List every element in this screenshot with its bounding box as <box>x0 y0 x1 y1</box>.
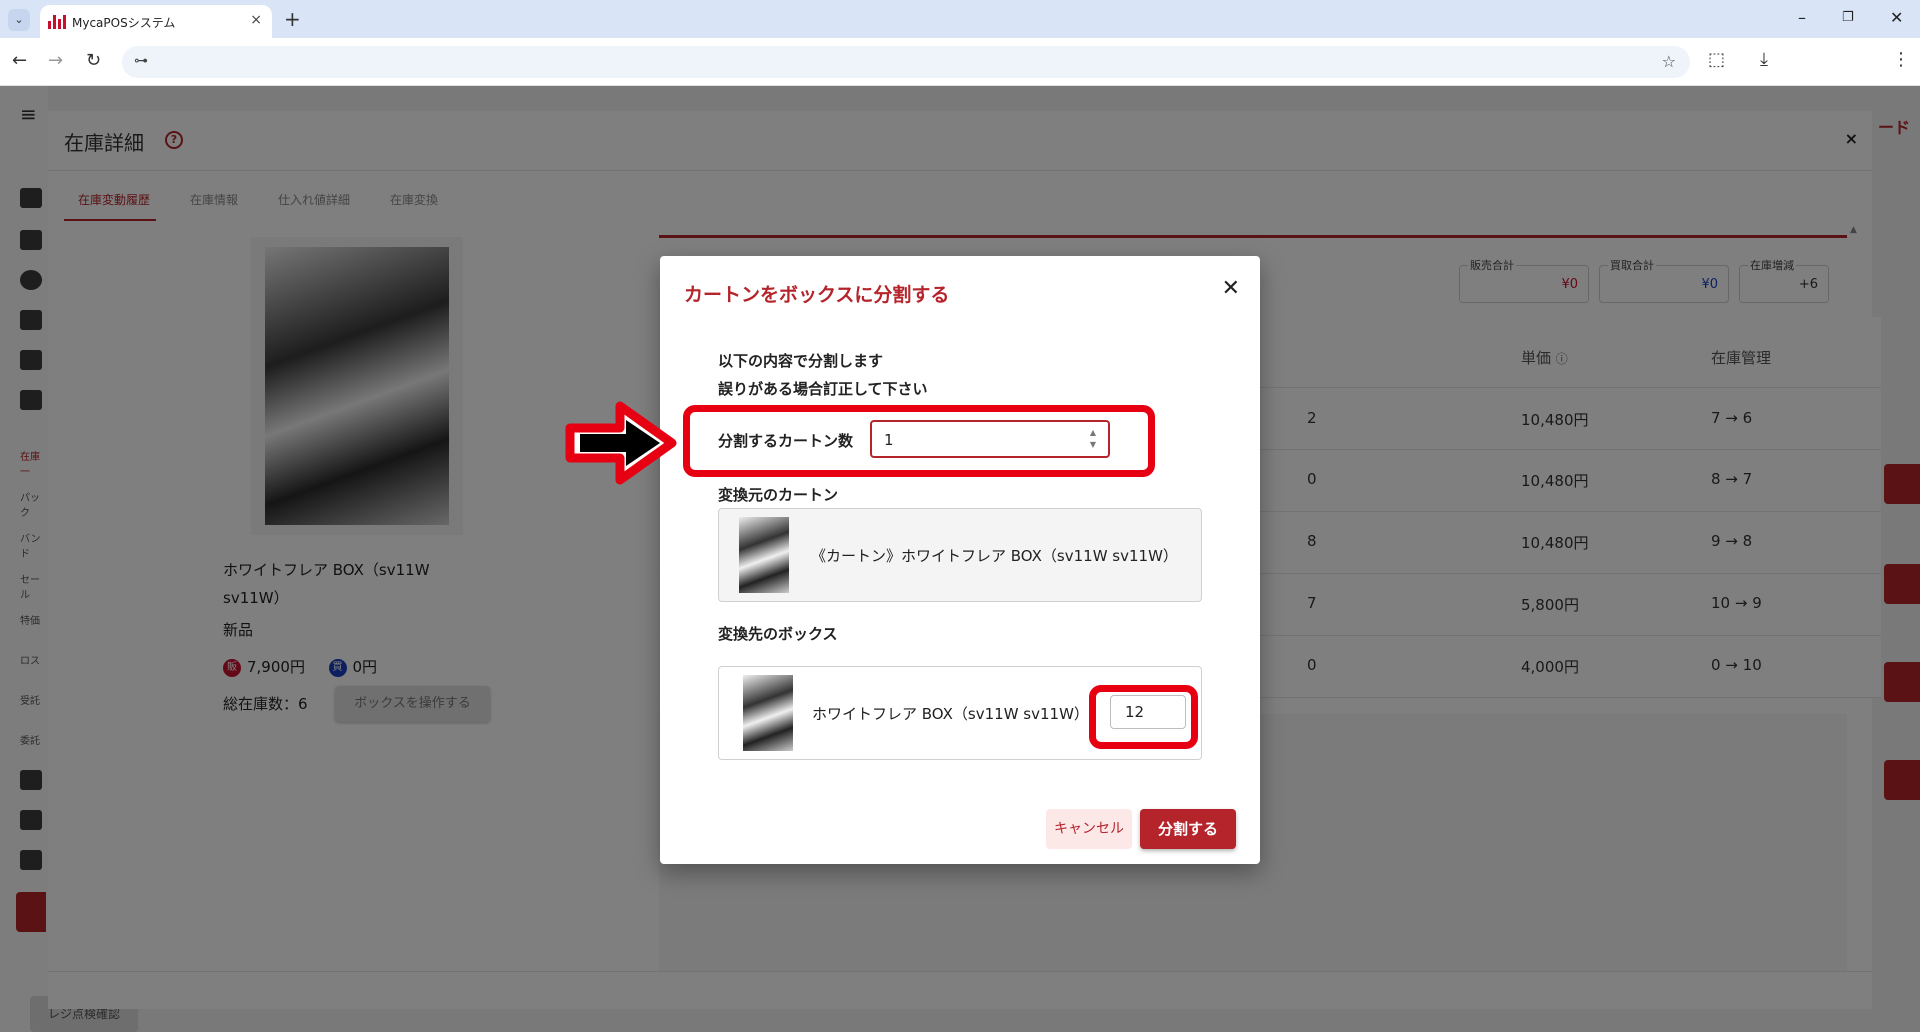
source-carton-card: 《カートン》ホワイトフレア BOX（sv11W sv11W） <box>718 508 1202 602</box>
tab-close-icon[interactable]: × <box>250 12 262 28</box>
address-bar[interactable]: ⊶ ☆ <box>122 46 1690 78</box>
forward-icon[interactable]: → <box>48 50 63 71</box>
window-close-button[interactable]: ✕ <box>1890 8 1903 27</box>
split-button[interactable]: 分割する <box>1140 809 1236 849</box>
source-carton-name: 《カートン》ホワイトフレア BOX（sv11W sv11W） <box>811 547 1178 565</box>
myca-favicon-icon <box>48 15 66 29</box>
carton-count-highlight <box>683 405 1155 477</box>
tab-search-button[interactable]: ⌄ <box>8 9 30 31</box>
instruction-line: 誤りがある場合訂正して下さい <box>718 380 928 398</box>
tab-title: MycaPOSシステム <box>72 16 176 30</box>
site-info-icon[interactable]: ⊶ <box>134 53 148 69</box>
dialog-title: カートンをボックスに分割する <box>684 284 950 306</box>
window-minimize-button[interactable]: – <box>1798 8 1806 27</box>
cancel-button[interactable]: キャンセル <box>1046 809 1132 849</box>
reload-icon[interactable]: ↻ <box>86 50 101 71</box>
split-carton-dialog: カートンをボックスに分割する ✕ 以下の内容で分割します 誤りがある場合訂正して… <box>660 256 1260 864</box>
pointer-arrow-icon <box>565 401 677 485</box>
new-tab-button[interactable]: + <box>284 7 301 31</box>
download-icon[interactable]: ⤓ <box>1760 49 1768 70</box>
target-box-name: ホワイトフレア BOX（sv11W sv11W） <box>812 705 1089 723</box>
box-thumbnail <box>743 675 793 751</box>
box-quantity-highlight <box>1089 685 1198 749</box>
close-icon[interactable]: ✕ <box>1222 276 1240 301</box>
target-box-label: 変換先のボックス <box>718 625 838 643</box>
back-icon[interactable]: ← <box>12 50 27 71</box>
window-restore-button[interactable]: ❐ <box>1842 10 1854 25</box>
dialog-instructions: 以下の内容で分割します 誤りがある場合訂正して下さい <box>718 347 928 403</box>
extensions-icon[interactable]: ⬚ <box>1708 49 1725 70</box>
browser-tabstrip: ⌄ MycaPOSシステム × + – ❐ ✕ <box>0 0 1920 38</box>
instruction-line: 以下の内容で分割します <box>718 352 884 370</box>
browser-toolbar: ← → ↻ ⊶ ☆ ⬚ ⤓ ⋮ <box>0 38 1920 86</box>
browser-tab[interactable]: MycaPOSシステム × <box>40 5 272 38</box>
bookmark-star-icon[interactable]: ☆ <box>1662 52 1676 71</box>
browser-menu-icon[interactable]: ⋮ <box>1892 49 1910 70</box>
source-carton-label: 変換元のカートン <box>718 486 839 504</box>
carton-thumbnail <box>739 517 789 593</box>
